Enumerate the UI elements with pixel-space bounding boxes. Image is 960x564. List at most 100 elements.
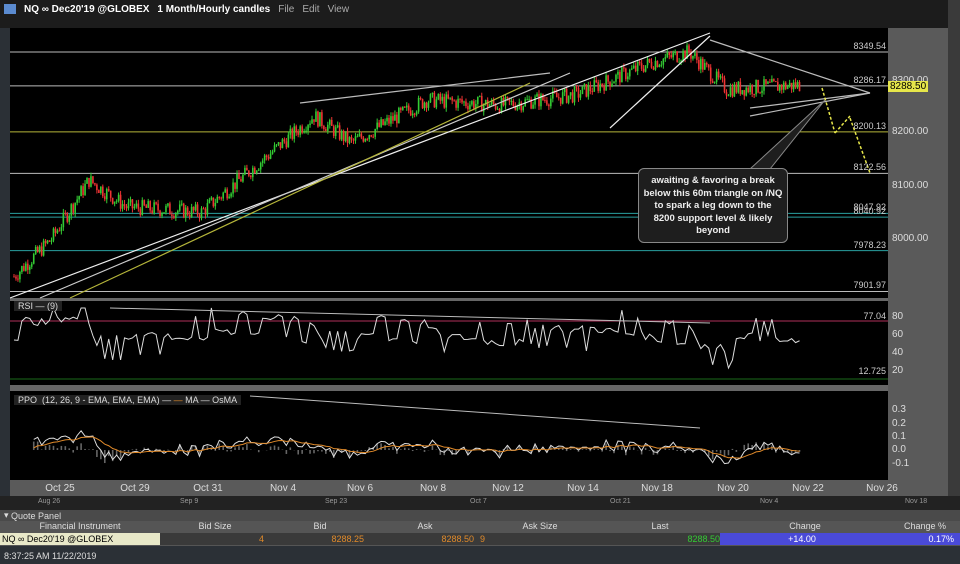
candle-body xyxy=(214,202,217,207)
candle-body xyxy=(703,63,706,70)
candle-body xyxy=(206,203,209,215)
symbol-selector[interactable]: NQ ∞ Dec20'19 @GLOBEX xyxy=(24,4,149,15)
candle-body xyxy=(157,203,159,211)
osma-bar xyxy=(242,447,244,450)
candle-body xyxy=(307,125,309,131)
candle-body xyxy=(773,79,775,82)
candle-body xyxy=(273,145,276,152)
candle-body xyxy=(392,116,394,121)
column-header[interactable]: Change % xyxy=(890,521,960,533)
candle-body xyxy=(731,87,734,97)
candle-body xyxy=(30,263,33,267)
rsi-lower-label: 12.725 xyxy=(858,366,886,376)
candle-body xyxy=(103,196,106,200)
osma-bar xyxy=(411,450,414,452)
osma-bar xyxy=(589,450,592,452)
candle-body xyxy=(757,79,759,93)
osma-bar xyxy=(84,448,86,450)
time-scroller[interactable]: Aug 26 Sep 9 Sep 23 Oct 7 Oct 21 Nov 4 Nov 18 xyxy=(0,496,960,510)
chart-icon xyxy=(4,4,16,14)
column-header[interactable]: Change xyxy=(720,521,890,533)
candle-body xyxy=(778,84,781,91)
candle-body xyxy=(321,112,323,126)
candle-body xyxy=(315,111,317,122)
candle-body xyxy=(735,84,738,93)
chart-area[interactable]: RSI — (9) PPO (12, 26, 9 - EMA, EMA, EMA… xyxy=(9,28,888,480)
candle-body xyxy=(415,111,418,115)
candle-body xyxy=(336,125,339,128)
price-axis[interactable]: 8300.00 8200.00 8100.00 8000.00 8288.50 … xyxy=(888,28,948,480)
instrument-cell[interactable]: NQ ∞ Dec20'19 @GLOBEX xyxy=(0,533,160,545)
candle-body xyxy=(102,186,104,197)
quote-panel: ▾ Quote Panel Financial Instrument Bid Si… xyxy=(0,510,960,546)
candle-body xyxy=(236,173,238,189)
candle-body xyxy=(532,104,534,109)
date-tick: Nov 8 xyxy=(419,483,447,494)
candle-body xyxy=(182,203,185,218)
menu-view[interactable]: View xyxy=(328,4,350,15)
quote-columns: Financial Instrument Bid Size Bid Ask Ask Si… xyxy=(0,521,960,533)
osma-bar xyxy=(68,448,71,450)
candle-body xyxy=(311,119,313,124)
osma-bar xyxy=(76,446,78,450)
menu-file[interactable]: File xyxy=(278,4,294,15)
candle-body xyxy=(423,102,426,109)
candle-body xyxy=(13,276,15,278)
candle-body xyxy=(275,144,278,146)
candle-body xyxy=(244,167,246,175)
candle-body xyxy=(111,197,114,204)
column-header[interactable]: Ask xyxy=(370,521,480,533)
candle-body xyxy=(362,137,365,142)
date-tick: Nov 12 xyxy=(492,483,524,494)
trendline xyxy=(749,92,871,117)
osma-bar xyxy=(88,449,90,450)
osma-bar xyxy=(269,446,272,450)
column-header[interactable]: Ask Size xyxy=(480,521,600,533)
candle-body xyxy=(74,202,76,213)
candle-body xyxy=(765,79,767,84)
candle-body xyxy=(299,126,301,135)
quote-panel-header[interactable]: ▾ Quote Panel xyxy=(0,510,960,521)
column-header[interactable]: Bid xyxy=(270,521,370,533)
candle-body xyxy=(218,196,221,198)
candle-body xyxy=(261,160,264,163)
projection-arrow xyxy=(821,87,836,134)
candle-body xyxy=(555,92,558,98)
osma-bar xyxy=(403,447,406,450)
rsi-tick: 60 xyxy=(892,329,904,340)
candle-body xyxy=(56,230,59,233)
candle-body xyxy=(62,212,65,228)
osma-bar xyxy=(48,444,51,450)
candle-body xyxy=(175,212,177,218)
candle-body xyxy=(567,95,570,103)
candle-body xyxy=(190,206,193,217)
quote-panel-title: Quote Panel xyxy=(11,510,62,521)
osma-bar xyxy=(222,446,225,450)
column-header[interactable]: Bid Size xyxy=(160,521,270,533)
osma-bar xyxy=(498,450,501,456)
osma-bar xyxy=(400,449,402,450)
candle-body xyxy=(522,106,525,111)
menu-edit[interactable]: Edit xyxy=(302,4,319,15)
column-header[interactable]: Last xyxy=(600,521,720,533)
candle-body xyxy=(771,79,773,83)
column-header[interactable]: Financial Instrument xyxy=(0,521,160,533)
candle-body xyxy=(332,125,335,136)
candle-body xyxy=(751,85,753,94)
candle-body xyxy=(790,82,793,90)
candle-body xyxy=(368,135,371,140)
candle-body xyxy=(769,81,771,83)
timeframe-selector[interactable]: 1 Month/Hourly candles xyxy=(157,4,270,15)
candle-body xyxy=(435,99,438,108)
osma-bar xyxy=(727,450,730,456)
candle-body xyxy=(38,246,41,253)
date-tick: Nov 20 xyxy=(717,483,749,494)
candle-body xyxy=(366,138,369,140)
candle-body xyxy=(180,203,183,205)
candle-body xyxy=(796,81,799,88)
candle-body xyxy=(129,199,132,203)
scroller-date: Sep 23 xyxy=(325,498,348,505)
osma-bar xyxy=(301,450,303,454)
level-label: 8122.56 xyxy=(853,162,886,173)
quote-row[interactable]: NQ ∞ Dec20'19 @GLOBEX 4 8288.25 8288.50 … xyxy=(0,533,960,545)
